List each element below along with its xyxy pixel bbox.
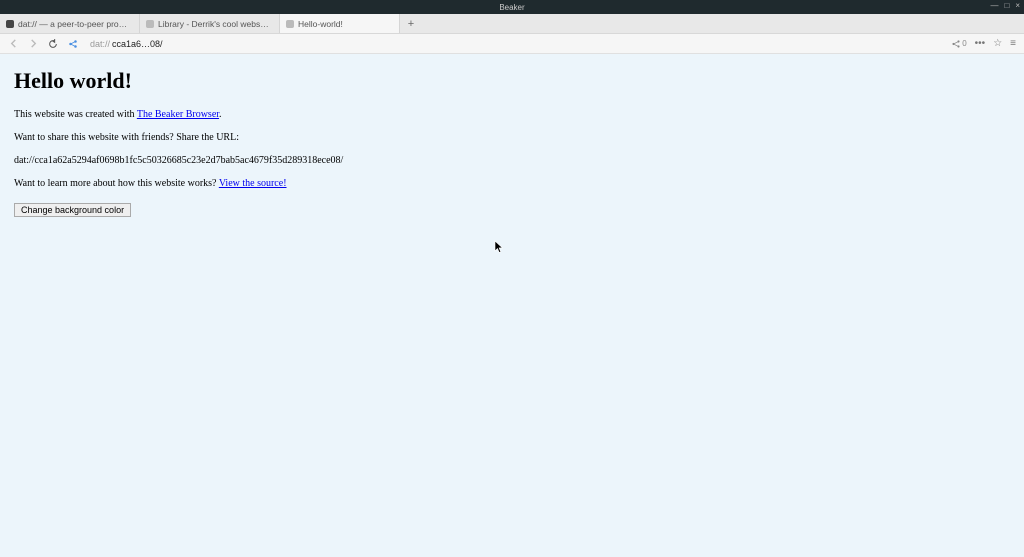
globe-icon [6, 20, 14, 28]
intro-paragraph: This website was created with The Beaker… [14, 108, 1010, 121]
view-source-link[interactable]: View the source! [219, 178, 287, 189]
peers-indicator[interactable]: 0 [951, 39, 966, 49]
beaker-browser-link[interactable]: The Beaker Browser [137, 109, 219, 120]
tab-label: dat:// — a peer-to-peer protocol [18, 19, 129, 29]
back-button[interactable] [6, 37, 20, 51]
tab-label: Hello-world! [298, 19, 343, 29]
learn-paragraph: Want to learn more about how this websit… [14, 177, 1010, 190]
peers-count: 0 [962, 39, 966, 48]
url-host: cca1a6…08/ [112, 39, 163, 49]
page-icon [286, 20, 294, 28]
tab-hello-world[interactable]: Hello-world! [280, 14, 400, 33]
reload-button[interactable] [46, 37, 60, 51]
change-background-button[interactable]: Change background color [14, 203, 131, 217]
minimize-button[interactable]: — [990, 2, 998, 10]
toolbar-right: 0 ••• ☆ ≡ [951, 38, 1018, 49]
tab-library[interactable]: Library - Derrik's cool website thing [140, 14, 280, 33]
window-title: Beaker [499, 3, 524, 12]
more-button[interactable]: ••• [975, 38, 986, 49]
close-button[interactable]: × [1015, 2, 1020, 10]
hamburger-menu-icon[interactable]: ≡ [1010, 38, 1016, 49]
window-controls: — □ × [990, 2, 1020, 10]
tab-label: Library - Derrik's cool website thing [158, 19, 269, 29]
tab-bar: dat:// — a peer-to-peer protocol Library… [0, 14, 1024, 34]
share-paragraph: Want to share this website with friends?… [14, 131, 1010, 144]
bookmark-star-icon[interactable]: ☆ [993, 38, 1002, 49]
new-tab-button[interactable]: + [400, 14, 422, 33]
learn-text: Want to learn more about how this websit… [14, 178, 219, 189]
page-heading: Hello world! [14, 68, 1010, 94]
dat-url-text: dat://cca1a62a5294af0698b1fc5c50326685c2… [14, 154, 1010, 167]
mouse-cursor-icon [494, 240, 504, 254]
maximize-button[interactable]: □ [1004, 2, 1009, 10]
url-scheme: dat:// [90, 39, 110, 49]
intro-text: This website was created with [14, 109, 137, 120]
share-icon[interactable] [66, 37, 80, 51]
intro-text-end: . [219, 109, 222, 120]
forward-button[interactable] [26, 37, 40, 51]
address-bar[interactable]: dat:// cca1a6…08/ [86, 39, 945, 49]
tab-dat-protocol[interactable]: dat:// — a peer-to-peer protocol [0, 14, 140, 33]
page-icon [146, 20, 154, 28]
toolbar: dat:// cca1a6…08/ 0 ••• ☆ ≡ [0, 34, 1024, 54]
page-content: Hello world! This website was created wi… [0, 54, 1024, 557]
window-titlebar: Beaker — □ × [0, 0, 1024, 14]
